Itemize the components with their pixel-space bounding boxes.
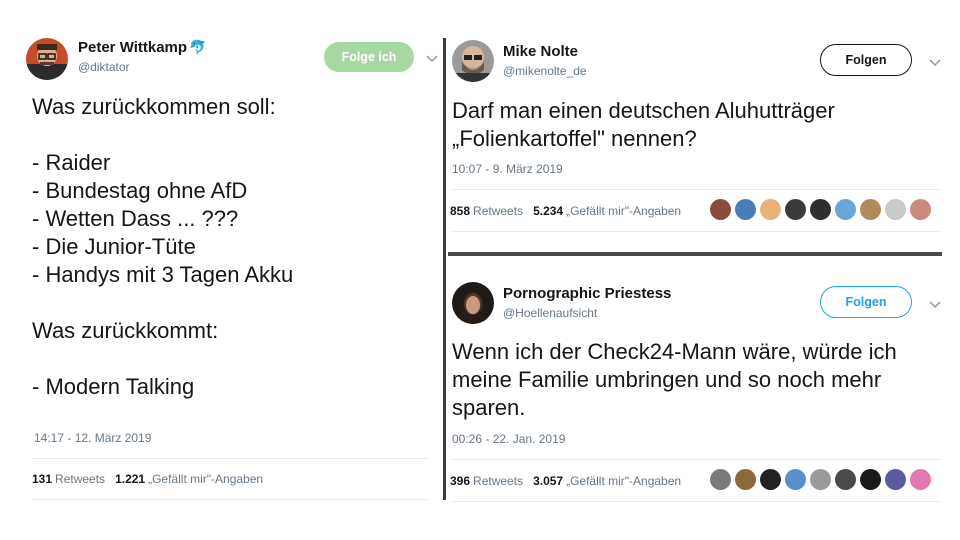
avatar[interactable] [452,40,494,82]
liker-avatar[interactable] [810,199,831,220]
retweet-stat[interactable]: 131 Retweets [32,472,105,486]
likes-stat[interactable]: 1.221 „Gefällt mir"-Angaben [115,472,263,486]
chevron-down-icon[interactable] [928,58,942,68]
liker-avatar[interactable] [885,469,906,490]
display-name[interactable]: Pornographic Priestess [503,285,671,302]
handle[interactable]: @Hoellenaufsicht [503,306,597,320]
display-name[interactable]: Mike Nolte [503,43,578,60]
liker-avatar[interactable] [710,469,731,490]
tweet-text: Darf man einen deutschen Aluhutträger „F… [452,98,835,151]
liker-avatar[interactable] [910,469,931,490]
retweet-stat[interactable]: 396 Retweets [450,474,523,488]
tweet-card-pornographic-priestess: Pornographic Priestess @Hoellenaufsicht … [448,256,960,540]
liker-avatar[interactable] [910,199,931,220]
follow-button[interactable]: Folgen [820,286,912,318]
vertical-divider [443,38,446,500]
tweet-card-mike-nolte: Mike Nolte @mikenolte_de Folgen Darf man… [448,0,960,252]
liker-avatar[interactable] [710,199,731,220]
follow-button[interactable]: Folgen [820,44,912,76]
liker-avatar[interactable] [860,199,881,220]
liker-avatar[interactable] [860,469,881,490]
liker-avatar[interactable] [835,199,856,220]
tweet-card-peter-wittkamp: Peter Wittkamp 🐬 @diktator Folge ich Was … [0,0,444,540]
timestamp[interactable]: 14:17 - 12. März 2019 [34,431,151,445]
liker-avatar[interactable] [785,469,806,490]
chevron-down-icon[interactable] [928,300,942,310]
handle[interactable]: @diktator [78,60,130,74]
liker-avatar[interactable] [885,199,906,220]
tweet-stats: 131 Retweets 1.221 „Gefällt mir"-Angaben [32,458,428,500]
likes-stat[interactable]: 3.057 „Gefällt mir"-Angaben [533,474,681,488]
liker-avatar[interactable] [810,469,831,490]
liker-avatar[interactable] [760,199,781,220]
liker-avatar[interactable] [835,469,856,490]
likes-stat[interactable]: 5.234 „Gefällt mir"-Angaben [533,204,681,218]
chevron-down-icon[interactable] [425,54,439,64]
liker-avatars[interactable] [710,199,931,220]
timestamp[interactable]: 10:07 - 9. März 2019 [452,162,563,176]
liker-avatar[interactable] [785,199,806,220]
liker-avatars[interactable] [710,469,931,490]
liker-avatar[interactable] [760,469,781,490]
avatar[interactable] [26,38,68,80]
avatar[interactable] [452,282,494,324]
display-name[interactable]: Peter Wittkamp 🐬 [78,39,207,56]
timestamp[interactable]: 00:26 - 22. Jan. 2019 [452,432,565,446]
tweet-text: Wenn ich der Check24-Mann wäre, würde ic… [452,339,897,420]
liker-avatar[interactable] [735,469,756,490]
following-button[interactable]: Folge ich [324,42,414,72]
tweet-text: Was zurückkommen soll: - Raider - Bundes… [32,94,294,399]
retweet-stat[interactable]: 858 Retweets [450,204,523,218]
handle[interactable]: @mikenolte_de [503,64,587,78]
verified-badge-icon: 🐬 [189,39,207,55]
liker-avatar[interactable] [735,199,756,220]
